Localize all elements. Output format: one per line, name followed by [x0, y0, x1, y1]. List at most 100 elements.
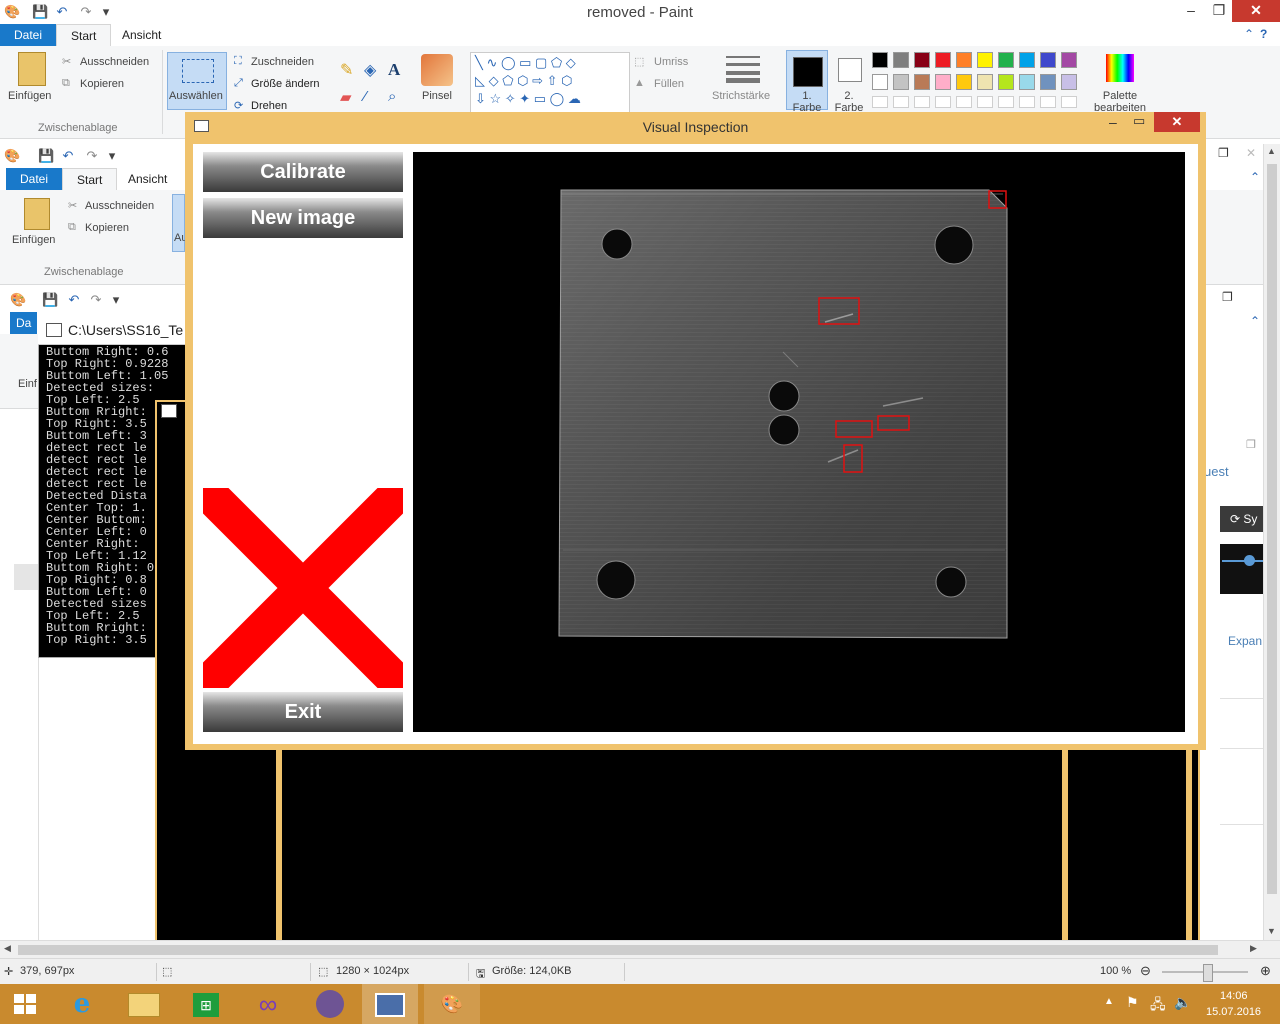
- minimize-button[interactable]: –: [1176, 0, 1206, 22]
- palette-swatch[interactable]: [956, 52, 972, 68]
- palette-swatch[interactable]: [1040, 74, 1056, 90]
- palette-swatch[interactable]: [956, 74, 972, 90]
- palette-swatch-empty[interactable]: [914, 96, 930, 108]
- frame-bar: [1062, 748, 1068, 940]
- fill-button[interactable]: Füllen: [654, 78, 684, 90]
- stroke-icon[interactable]: [726, 56, 760, 83]
- volume-muted-icon[interactable]: 🔈: [1174, 994, 1191, 1011]
- magnifier-icon[interactable]: ⌕: [388, 88, 396, 105]
- outline-button[interactable]: Umriss: [654, 56, 688, 68]
- palette-swatch[interactable]: [914, 52, 930, 68]
- clock-time[interactable]: 14:06: [1220, 990, 1248, 1002]
- vi-minimize-button[interactable]: –: [1109, 114, 1117, 130]
- palette-swatch-empty[interactable]: [1019, 96, 1035, 108]
- paste-button[interactable]: Einfügen: [8, 90, 51, 102]
- action-center-icon[interactable]: ⚑: [1126, 994, 1139, 1011]
- tab-file[interactable]: Datei: [0, 24, 57, 46]
- palette-swatch[interactable]: [893, 74, 909, 90]
- calibrate-button[interactable]: Calibrate: [203, 152, 403, 192]
- close-button: ✕: [1246, 146, 1257, 160]
- scroll-down-icon[interactable]: ▼: [1267, 926, 1276, 936]
- resize-button[interactable]: Größe ändern: [251, 78, 319, 90]
- eraser-icon[interactable]: ▰: [340, 88, 352, 106]
- palette-swatch[interactable]: [872, 52, 888, 68]
- close-button[interactable]: ✕: [1232, 0, 1280, 22]
- vi-maximize-button[interactable]: ▭: [1133, 113, 1145, 129]
- palette-swatch-empty[interactable]: [893, 96, 909, 108]
- color2-swatch[interactable]: [838, 58, 862, 82]
- internet-explorer-icon[interactable]: e: [54, 984, 110, 1024]
- fill-icon[interactable]: ◈: [364, 60, 376, 80]
- edit-palette-button[interactable]: Palette bearbeiten: [1094, 90, 1146, 114]
- tab-view[interactable]: Ansicht: [108, 24, 175, 46]
- clock-date[interactable]: 15.07.2016: [1206, 1006, 1261, 1018]
- paint-taskbar-icon[interactable]: 🎨: [424, 984, 480, 1024]
- palette-swatch-empty[interactable]: [1061, 96, 1077, 108]
- github-icon[interactable]: [302, 984, 358, 1024]
- network-icon[interactable]: 🖧: [1150, 994, 1166, 1018]
- palette-swatch-empty[interactable]: [956, 96, 972, 108]
- palette-swatch-empty[interactable]: [935, 96, 951, 108]
- palette-swatch-empty[interactable]: [872, 96, 888, 108]
- palette-swatch[interactable]: [1019, 74, 1035, 90]
- scroll-thumb[interactable]: [1267, 164, 1277, 894]
- color-picker-icon[interactable]: ⁄: [364, 88, 367, 105]
- pencil-icon[interactable]: ✎: [340, 60, 353, 80]
- palette-swatch[interactable]: [935, 74, 951, 90]
- scroll-right-icon[interactable]: ▶: [1250, 943, 1257, 954]
- brush-button[interactable]: Pinsel: [422, 90, 452, 102]
- palette-swatch[interactable]: [998, 52, 1014, 68]
- new-image-button[interactable]: New image: [203, 198, 403, 238]
- zoom-slider-thumb[interactable]: [1203, 964, 1213, 982]
- palette-swatch-empty[interactable]: [1040, 96, 1056, 108]
- background-paint-window-2: 🎨 💾 ↶ ↷ ▾ Datei Start Ansicht Einfügen ✂…: [0, 144, 187, 285]
- collapse-ribbon-icon[interactable]: ⌃: [1244, 27, 1254, 41]
- maximize-button: ❐: [1222, 290, 1233, 304]
- tab-home[interactable]: Start: [56, 24, 112, 47]
- copy-button[interactable]: Kopieren: [80, 78, 124, 90]
- undo-icon: ↶: [68, 292, 80, 307]
- palette-swatch[interactable]: [872, 74, 888, 90]
- brush-icon[interactable]: [421, 54, 453, 86]
- palette-swatch-empty[interactable]: [998, 96, 1014, 108]
- exit-button[interactable]: Exit: [203, 692, 403, 732]
- store-icon[interactable]: ⊞: [178, 984, 234, 1024]
- zoom-in-button[interactable]: ⊕: [1260, 963, 1271, 979]
- tab-file: Da: [10, 312, 38, 334]
- palette-swatch[interactable]: [1040, 52, 1056, 68]
- expand-link: Expan: [1228, 634, 1263, 648]
- crop-button[interactable]: Zuschneiden: [251, 56, 314, 68]
- text-icon[interactable]: A: [388, 60, 400, 80]
- tab-home: Start: [62, 168, 118, 191]
- scroll-up-icon[interactable]: ▲: [1267, 146, 1276, 156]
- palette-swatch[interactable]: [1061, 74, 1077, 90]
- zoom-out-button[interactable]: ⊖: [1140, 963, 1151, 979]
- paste-icon[interactable]: [18, 52, 46, 86]
- palette-swatch-empty[interactable]: [977, 96, 993, 108]
- inspection-app-icon[interactable]: [362, 984, 418, 1024]
- vi-close-button[interactable]: ✕: [1154, 112, 1200, 132]
- palette-swatch[interactable]: [1019, 52, 1035, 68]
- horizontal-scrollbar[interactable]: ◀ ▶: [0, 940, 1280, 959]
- scroll-left-icon[interactable]: ◀: [4, 943, 11, 954]
- palette-swatch[interactable]: [977, 74, 993, 90]
- disk-icon: 🖫: [476, 968, 486, 980]
- palette-swatch[interactable]: [1061, 52, 1077, 68]
- rotate-button[interactable]: Drehen: [251, 100, 287, 112]
- palette-swatch[interactable]: [977, 52, 993, 68]
- cut-button[interactable]: Ausschneiden: [80, 56, 149, 68]
- start-button[interactable]: [0, 984, 56, 1024]
- shapes-gallery[interactable]: ╲ ∿ ◯ ▭ ▢ ⬠ ◇ ◺ ◇ ⬠ ⬡ ⇨ ⇧ ⬡ ⇩ ☆ ✧ ✦ ▭ ◯ …: [470, 52, 630, 114]
- palette-swatch[interactable]: [914, 74, 930, 90]
- palette-swatch[interactable]: [935, 52, 951, 68]
- tray-expand-icon[interactable]: ▲: [1104, 996, 1114, 1007]
- vertical-scrollbar[interactable]: ▲ ▼: [1263, 144, 1280, 940]
- palette-swatch[interactable]: [893, 52, 909, 68]
- visual-studio-icon[interactable]: ∞: [240, 984, 296, 1024]
- scroll-thumb[interactable]: [18, 945, 1218, 955]
- file-explorer-icon[interactable]: [116, 984, 172, 1024]
- palette-swatch[interactable]: [998, 74, 1014, 90]
- maximize-button[interactable]: ❐: [1204, 0, 1234, 22]
- help-icon[interactable]: ?: [1260, 27, 1267, 41]
- edit-palette-icon[interactable]: [1106, 54, 1134, 82]
